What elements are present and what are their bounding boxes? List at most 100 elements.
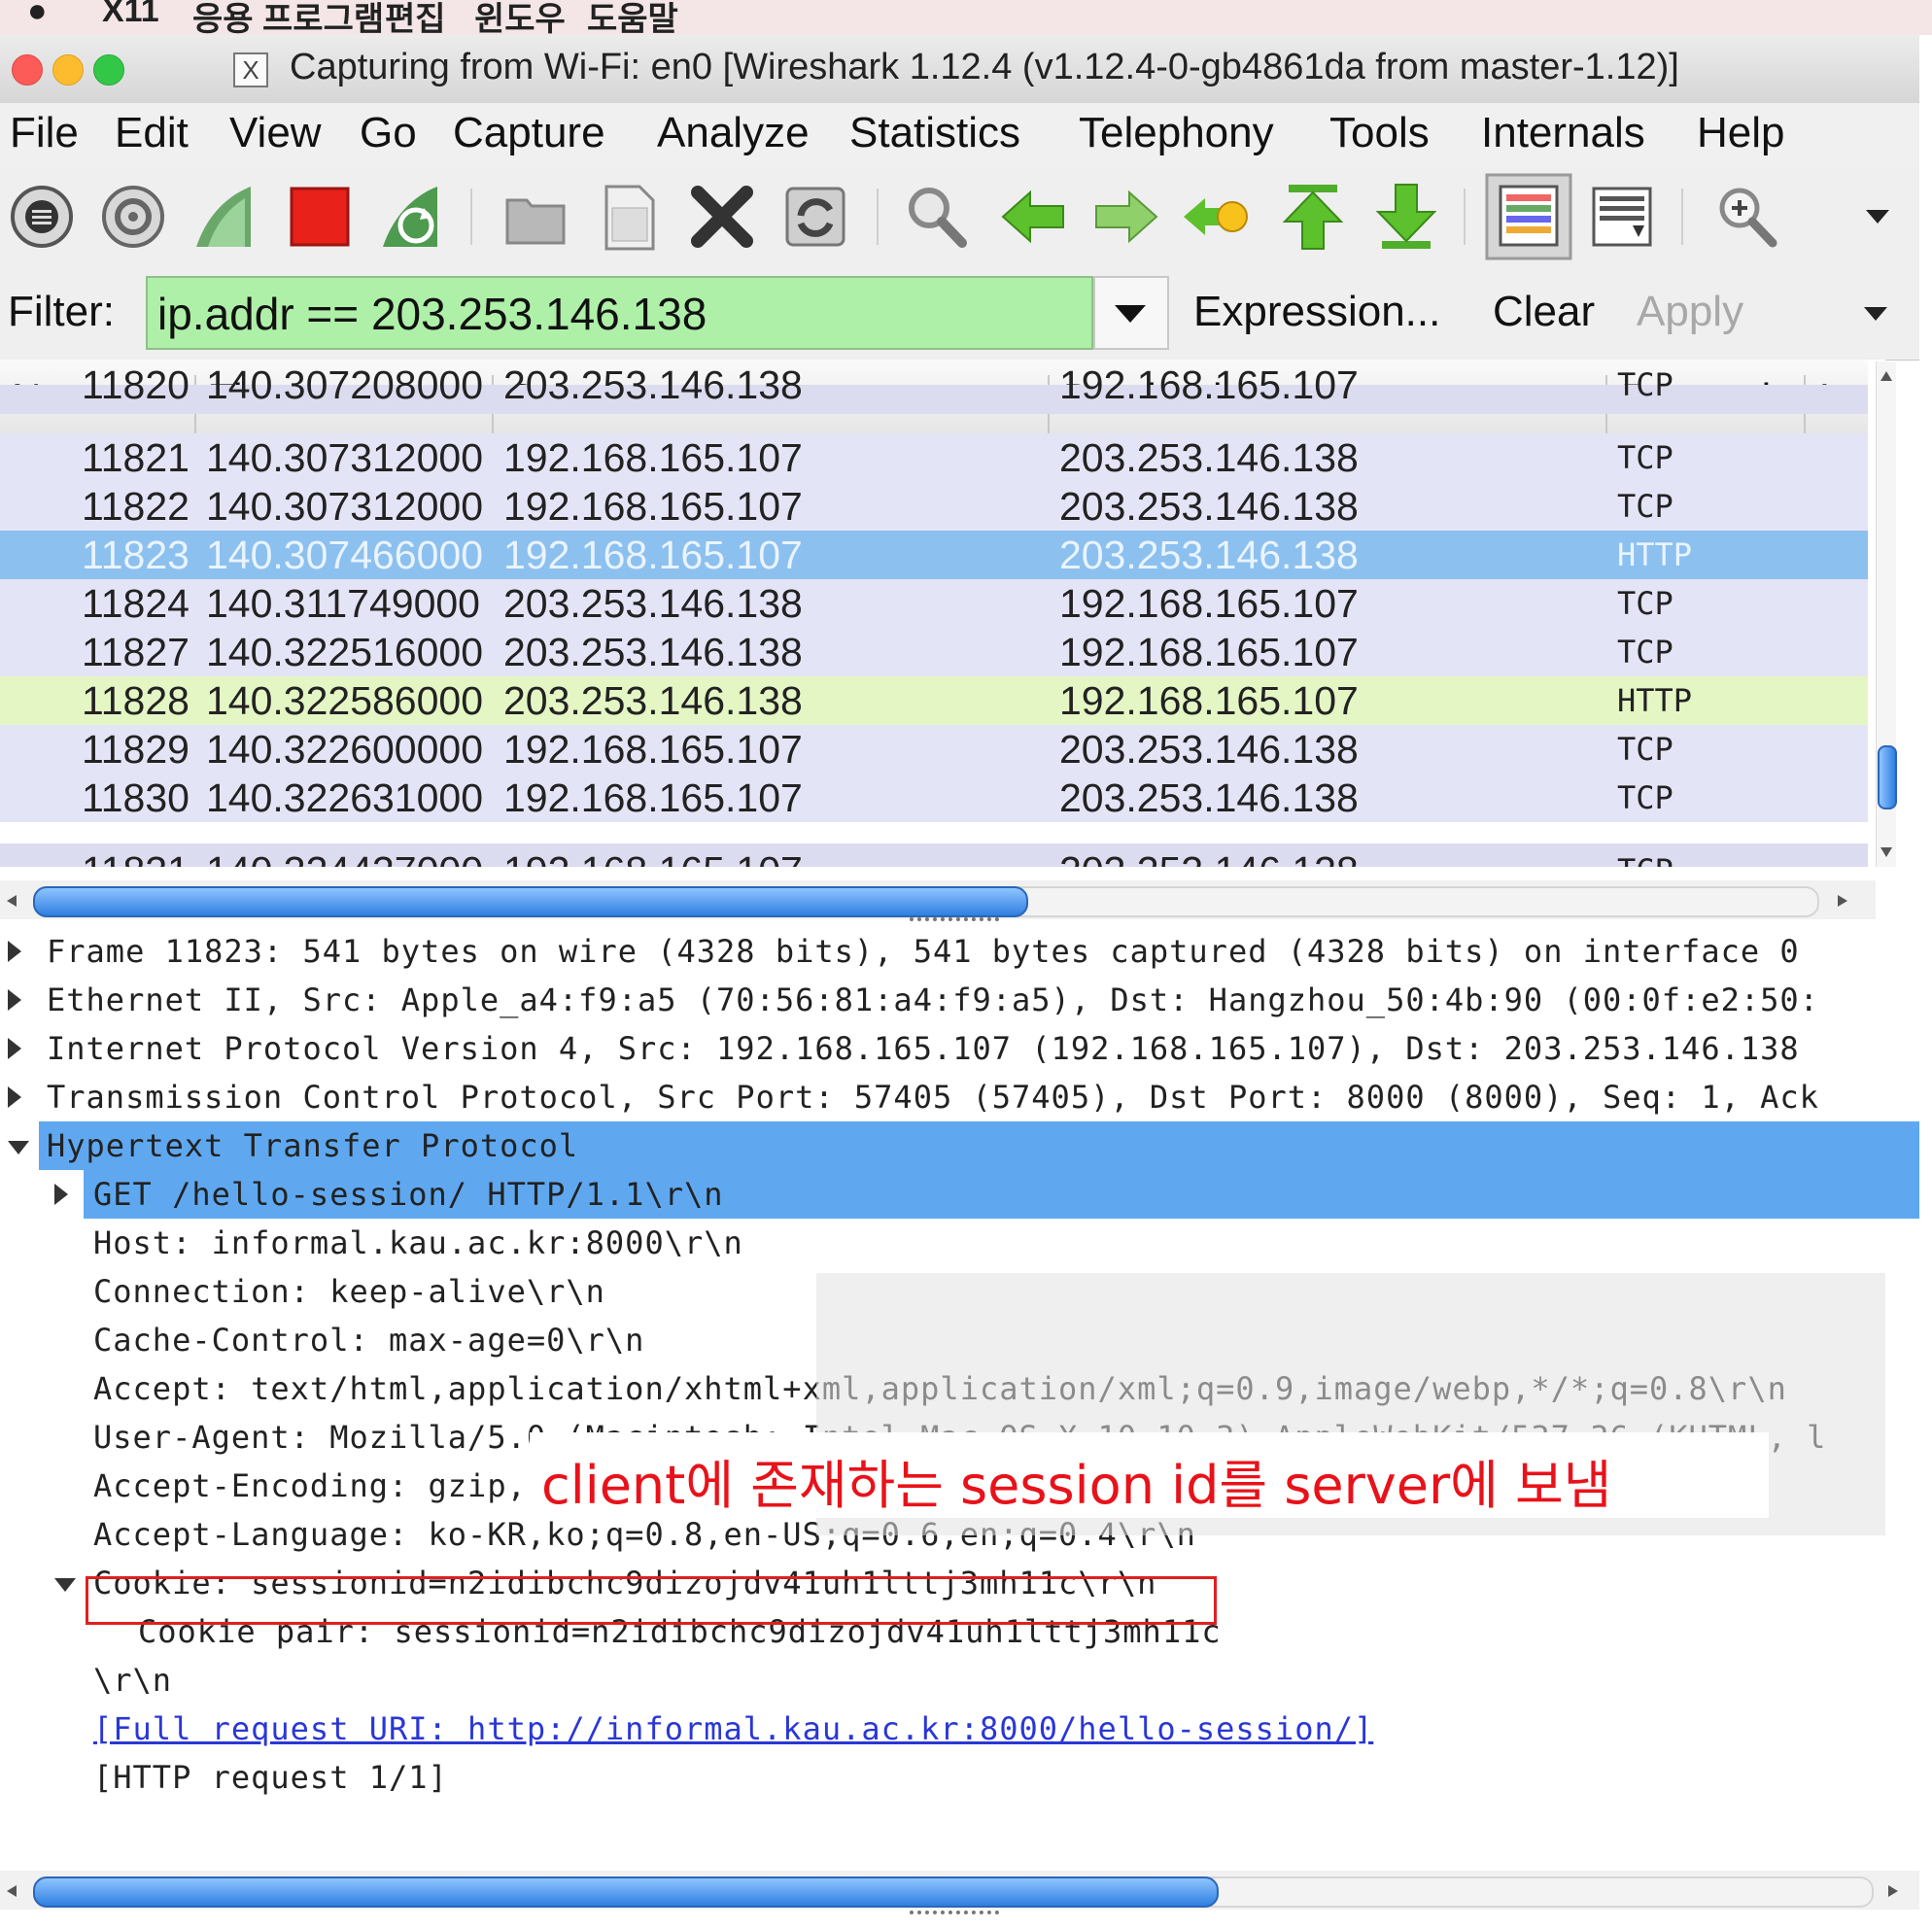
annotation-callout: client에 존재하는 session id를 server에 보냄 (530, 1432, 1769, 1518)
packet-row-selected[interactable]: 11823 140.307466000 192.168.165.107 203.253… (0, 531, 1868, 579)
pane-splitter[interactable] (910, 1911, 999, 1922)
menu-tools[interactable]: Tools (1329, 109, 1430, 157)
detail-row[interactable]: Host: informal.kau.ac.kr:8000\r\n (0, 1219, 1919, 1267)
vscroll-thumb[interactable] (1878, 745, 1897, 809)
cell-protocol: HTTP (1617, 536, 1693, 573)
x11-app-icon: X (233, 52, 268, 87)
menu-capture[interactable]: Capture (453, 109, 605, 157)
packet-row[interactable]: 11829 140.322600000 192.168.165.107 203.253… (0, 725, 1868, 774)
mac-menu-apps[interactable]: 응용 프로그램 (192, 0, 384, 35)
menu-help[interactable]: Help (1697, 109, 1785, 157)
detail-row[interactable]: Ethernet II, Src: Apple_a4:f9:a5 (70:56:… (0, 976, 1919, 1024)
interfaces-icon[interactable] (4, 179, 80, 255)
menu-analyze[interactable]: Analyze (657, 109, 810, 157)
packet-row[interactable]: 11830 140.322631000 192.168.165.107 203.253… (0, 774, 1868, 822)
collapse-arrow-icon[interactable] (54, 1578, 76, 1592)
full-request-uri-link[interactable]: [Full request URI: http://informal.kau.a… (93, 1704, 1373, 1753)
packet-list-vscrollbar[interactable] (1876, 362, 1897, 867)
scroll-right-icon[interactable] (1837, 894, 1848, 908)
scroll-left-icon[interactable] (6, 894, 17, 908)
scroll-right-icon[interactable] (1887, 1884, 1899, 1898)
reload-icon[interactable] (777, 179, 853, 255)
mac-menu-window[interactable]: 윈도우 (474, 0, 566, 35)
clear-filter-button[interactable]: Clear (1493, 288, 1595, 336)
packet-row[interactable]: 11831 140.324437000 192.168.165.107 203.253… (0, 844, 1868, 867)
packet-row[interactable]: 11820 140.307208000 203.253.146.138 192.168… (0, 365, 1868, 414)
detail-row[interactable]: Frame 11823: 541 bytes on wire (4328 bit… (0, 927, 1919, 976)
detail-row[interactable]: Internet Protocol Version 4, Src: 192.16… (0, 1024, 1919, 1073)
packet-list-hscrollbar[interactable] (0, 880, 1876, 919)
menu-internals[interactable]: Internals (1481, 109, 1645, 157)
detail-text: \r\n (93, 1662, 173, 1699)
hscroll-thumb[interactable] (33, 1876, 1219, 1908)
apply-filter-button[interactable]: Apply (1637, 288, 1743, 336)
filter-dropdown-button[interactable] (1093, 276, 1169, 350)
zoom-in-icon[interactable] (1708, 179, 1784, 255)
mac-menu-x11[interactable]: X11 (102, 0, 159, 30)
cell-protocol: TCP (1617, 585, 1673, 622)
mac-menu-edit[interactable]: 편집 (385, 0, 446, 35)
apple-icon[interactable]: ● (27, 0, 48, 30)
packet-row[interactable]: 11824 140.311749000 203.253.146.138 192.168… (0, 579, 1868, 628)
first-packet-icon[interactable] (1275, 179, 1351, 255)
cell-source: 192.168.165.107 (503, 533, 803, 577)
detail-row[interactable]: \r\n (0, 1656, 1919, 1704)
app-menubar: File Edit View Go Capture Analyze Statis… (0, 103, 1919, 168)
packet-row[interactable]: 11828 140.322586000 203.253.146.138 192.168… (0, 676, 1868, 725)
minimize-window-button[interactable] (52, 54, 84, 86)
save-file-icon[interactable] (591, 179, 667, 255)
detail-row[interactable]: Hypertext Transfer Protocol (0, 1121, 1919, 1170)
hscroll-thumb[interactable] (33, 886, 1028, 917)
expand-arrow-icon[interactable] (8, 989, 21, 1011)
start-capture-icon[interactable] (187, 179, 262, 255)
scroll-up-icon[interactable] (1880, 369, 1893, 383)
collapse-arrow-icon[interactable] (8, 1141, 29, 1154)
close-file-icon[interactable] (684, 179, 760, 255)
stop-capture-icon[interactable] (282, 179, 358, 255)
details-hscrollbar[interactable] (0, 1871, 1919, 1910)
detail-text: Hypertext Transfer Protocol (47, 1127, 579, 1164)
expression-button[interactable]: Expression... (1193, 288, 1440, 336)
options-icon[interactable] (95, 179, 171, 255)
cell-time: 140.311749000 (206, 581, 480, 626)
colorize-icon[interactable] (1485, 173, 1572, 260)
close-window-button[interactable] (12, 54, 43, 86)
detail-text: Frame 11823: 541 bytes on wire (4328 bit… (47, 933, 1800, 970)
restart-capture-icon[interactable] (373, 179, 449, 255)
menu-file[interactable]: File (10, 109, 79, 157)
packet-row[interactable]: 11821 140.307312000 192.168.165.107 203.253… (0, 433, 1868, 482)
packet-row[interactable]: 11822 140.307312000 192.168.165.107 203.253… (0, 482, 1868, 531)
menu-statistics[interactable]: Statistics (849, 109, 1020, 157)
mac-menu-help[interactable]: 도움말 (587, 0, 678, 35)
filter-overflow-icon[interactable] (1856, 295, 1895, 334)
menu-edit[interactable]: Edit (115, 109, 189, 157)
go-forward-icon[interactable] (1088, 179, 1164, 255)
toolbar-overflow-icon[interactable] (1858, 179, 1897, 255)
menu-go[interactable]: Go (360, 109, 417, 157)
menu-telephony[interactable]: Telephony (1079, 109, 1274, 157)
scroll-down-icon[interactable] (1880, 845, 1893, 859)
detail-row[interactable]: Transmission Control Protocol, Src Port:… (0, 1073, 1919, 1121)
zoom-window-button[interactable] (93, 54, 124, 86)
packet-row[interactable]: 11827 140.322516000 203.253.146.138 192.168… (0, 628, 1868, 676)
filter-input[interactable]: ip.addr == 203.253.146.138 (146, 276, 1093, 350)
last-packet-icon[interactable] (1368, 179, 1444, 255)
detail-row[interactable]: [HTTP request 1/1] (0, 1753, 1919, 1802)
auto-scroll-icon[interactable] (1584, 179, 1660, 255)
main-toolbar (0, 167, 1919, 271)
expand-arrow-icon[interactable] (54, 1184, 68, 1205)
open-file-icon[interactable] (498, 179, 573, 255)
scroll-left-icon[interactable] (6, 1884, 17, 1898)
expand-arrow-icon[interactable] (8, 1038, 21, 1059)
detail-text: Ethernet II, Src: Apple_a4:f9:a5 (70:56:… (47, 981, 1819, 1018)
window-titlebar[interactable]: X Capturing from Wi-Fi: en0 [Wireshark 1… (0, 35, 1919, 104)
cell-time: 140.324437000 (206, 844, 483, 867)
detail-link-row[interactable]: [Full request URI: http://informal.kau.a… (0, 1704, 1919, 1753)
expand-arrow-icon[interactable] (8, 1086, 21, 1108)
go-back-icon[interactable] (995, 179, 1071, 255)
menu-view[interactable]: View (229, 109, 322, 157)
expand-arrow-icon[interactable] (8, 941, 21, 962)
detail-row[interactable]: GET /hello-session/ HTTP/1.1\r\n (0, 1170, 1919, 1219)
go-to-packet-icon[interactable] (1180, 179, 1256, 255)
find-packet-icon[interactable] (898, 179, 974, 255)
